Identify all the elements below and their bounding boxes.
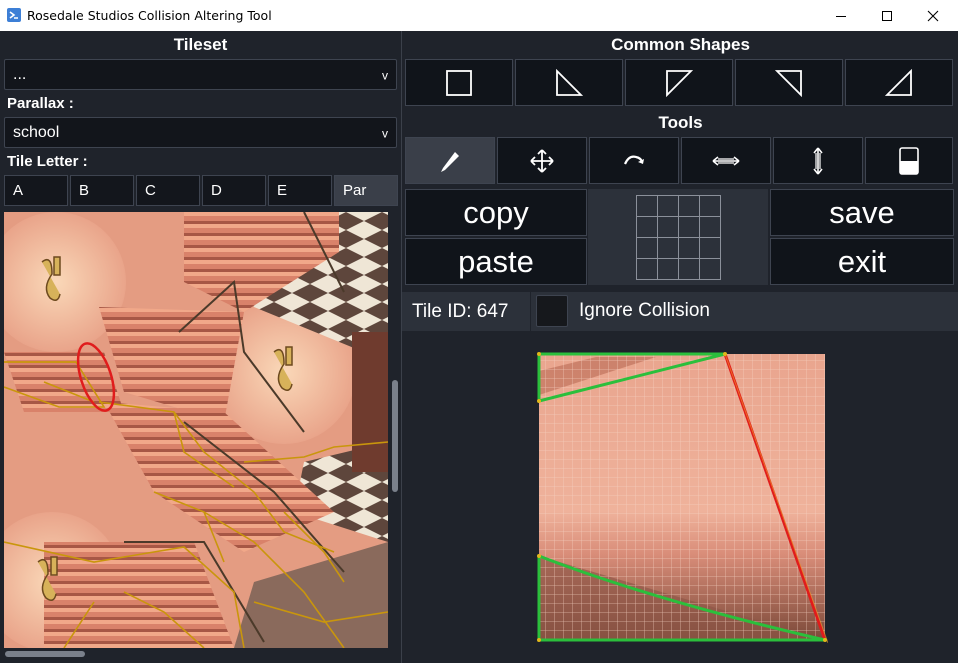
tool-flip-vertical-button[interactable] [773, 137, 863, 184]
minimize-icon [836, 15, 846, 17]
letter-button-b[interactable]: B [70, 175, 134, 206]
copy-button[interactable]: copy [405, 189, 587, 236]
close-button[interactable] [910, 0, 956, 31]
divider [530, 292, 531, 331]
shape-triangle-bl-button[interactable] [515, 59, 623, 106]
letter-button-e[interactable]: E [268, 175, 332, 206]
letter-button-d[interactable]: D [202, 175, 266, 206]
letter-button-c[interactable]: C [136, 175, 200, 206]
scrollbar-thumb[interactable] [392, 380, 398, 492]
flip-horizontal-icon [712, 155, 740, 166]
shape-triangle-tr-button[interactable] [735, 59, 843, 106]
triangle-bottom-left-icon [556, 68, 583, 96]
shape-triangle-br-button[interactable] [845, 59, 953, 106]
tile-info-bar: Tile ID: 647 Ignore Collision [402, 292, 958, 331]
app-window: Rosedale Studios Collision Altering Tool… [0, 0, 958, 663]
chevron-down-icon: v [382, 68, 388, 83]
tileset-header: Tileset [173, 35, 228, 54]
triangle-top-left-icon [666, 69, 693, 97]
tile-preview-canvas[interactable] [536, 351, 829, 644]
rotate-icon [623, 155, 644, 164]
maximize-icon [882, 10, 892, 21]
ignore-collision-label: Ignore Collision [579, 300, 710, 321]
tile-grid-panel [588, 189, 768, 285]
parallax-dropdown[interactable]: school v [4, 117, 397, 148]
move-icon [530, 148, 554, 173]
tileset-value: ... [13, 65, 27, 83]
square-shape-icon [446, 69, 472, 96]
tile-id-label: Tile ID: 647 [412, 301, 509, 322]
letter-button-par[interactable]: Par [334, 175, 398, 206]
tool-move-button[interactable] [497, 137, 587, 184]
pencil-icon [441, 151, 459, 172]
save-button[interactable]: save [770, 189, 954, 236]
tool-fill-button[interactable] [865, 137, 953, 184]
tool-pencil-button[interactable] [405, 137, 495, 184]
exit-button[interactable]: exit [770, 238, 954, 285]
close-icon [927, 10, 939, 21]
window-title: Rosedale Studios Collision Altering Tool [27, 8, 272, 23]
app-icon [7, 8, 21, 22]
fill-icon [899, 146, 919, 175]
tileset-dropdown[interactable]: ... v [4, 59, 397, 90]
tile-collision-editor[interactable] [536, 351, 829, 644]
paste-button[interactable]: paste [405, 238, 587, 285]
grid-icon [636, 195, 721, 280]
tool-rotate-button[interactable] [589, 137, 679, 184]
title-bar: Rosedale Studios Collision Altering Tool [0, 0, 958, 31]
parallax-value: school [13, 123, 60, 141]
shape-triangle-tl-button[interactable] [625, 59, 733, 106]
common-shapes-header: Common Shapes [611, 35, 750, 54]
shape-square-button[interactable] [405, 59, 513, 106]
vertical-scrollbar[interactable] [390, 212, 400, 648]
horizontal-scrollbar[interactable] [4, 648, 388, 660]
letter-button-a[interactable]: A [4, 175, 68, 206]
tileset-image [4, 212, 388, 648]
scrollbar-thumb[interactable] [5, 651, 85, 657]
tool-flip-horizontal-button[interactable] [681, 137, 771, 184]
ignore-collision-checkbox[interactable] [536, 295, 568, 327]
tileset-canvas[interactable] [4, 212, 388, 648]
tools-header: Tools [658, 113, 703, 132]
parallax-label: Parallax : [7, 95, 74, 112]
chevron-down-icon: v [382, 126, 388, 141]
tileset-panel: Tileset ... v Parallax : school v Tile L… [0, 31, 401, 663]
triangle-top-right-icon [775, 69, 802, 97]
triangle-bottom-right-icon [885, 68, 912, 96]
flip-vertical-icon [813, 147, 823, 174]
tile-letter-label: Tile Letter : [7, 153, 88, 170]
minimize-button[interactable] [818, 0, 864, 31]
maximize-button[interactable] [864, 0, 910, 31]
editor-panel: Common Shapes Tools copy paste save exit… [401, 31, 958, 663]
